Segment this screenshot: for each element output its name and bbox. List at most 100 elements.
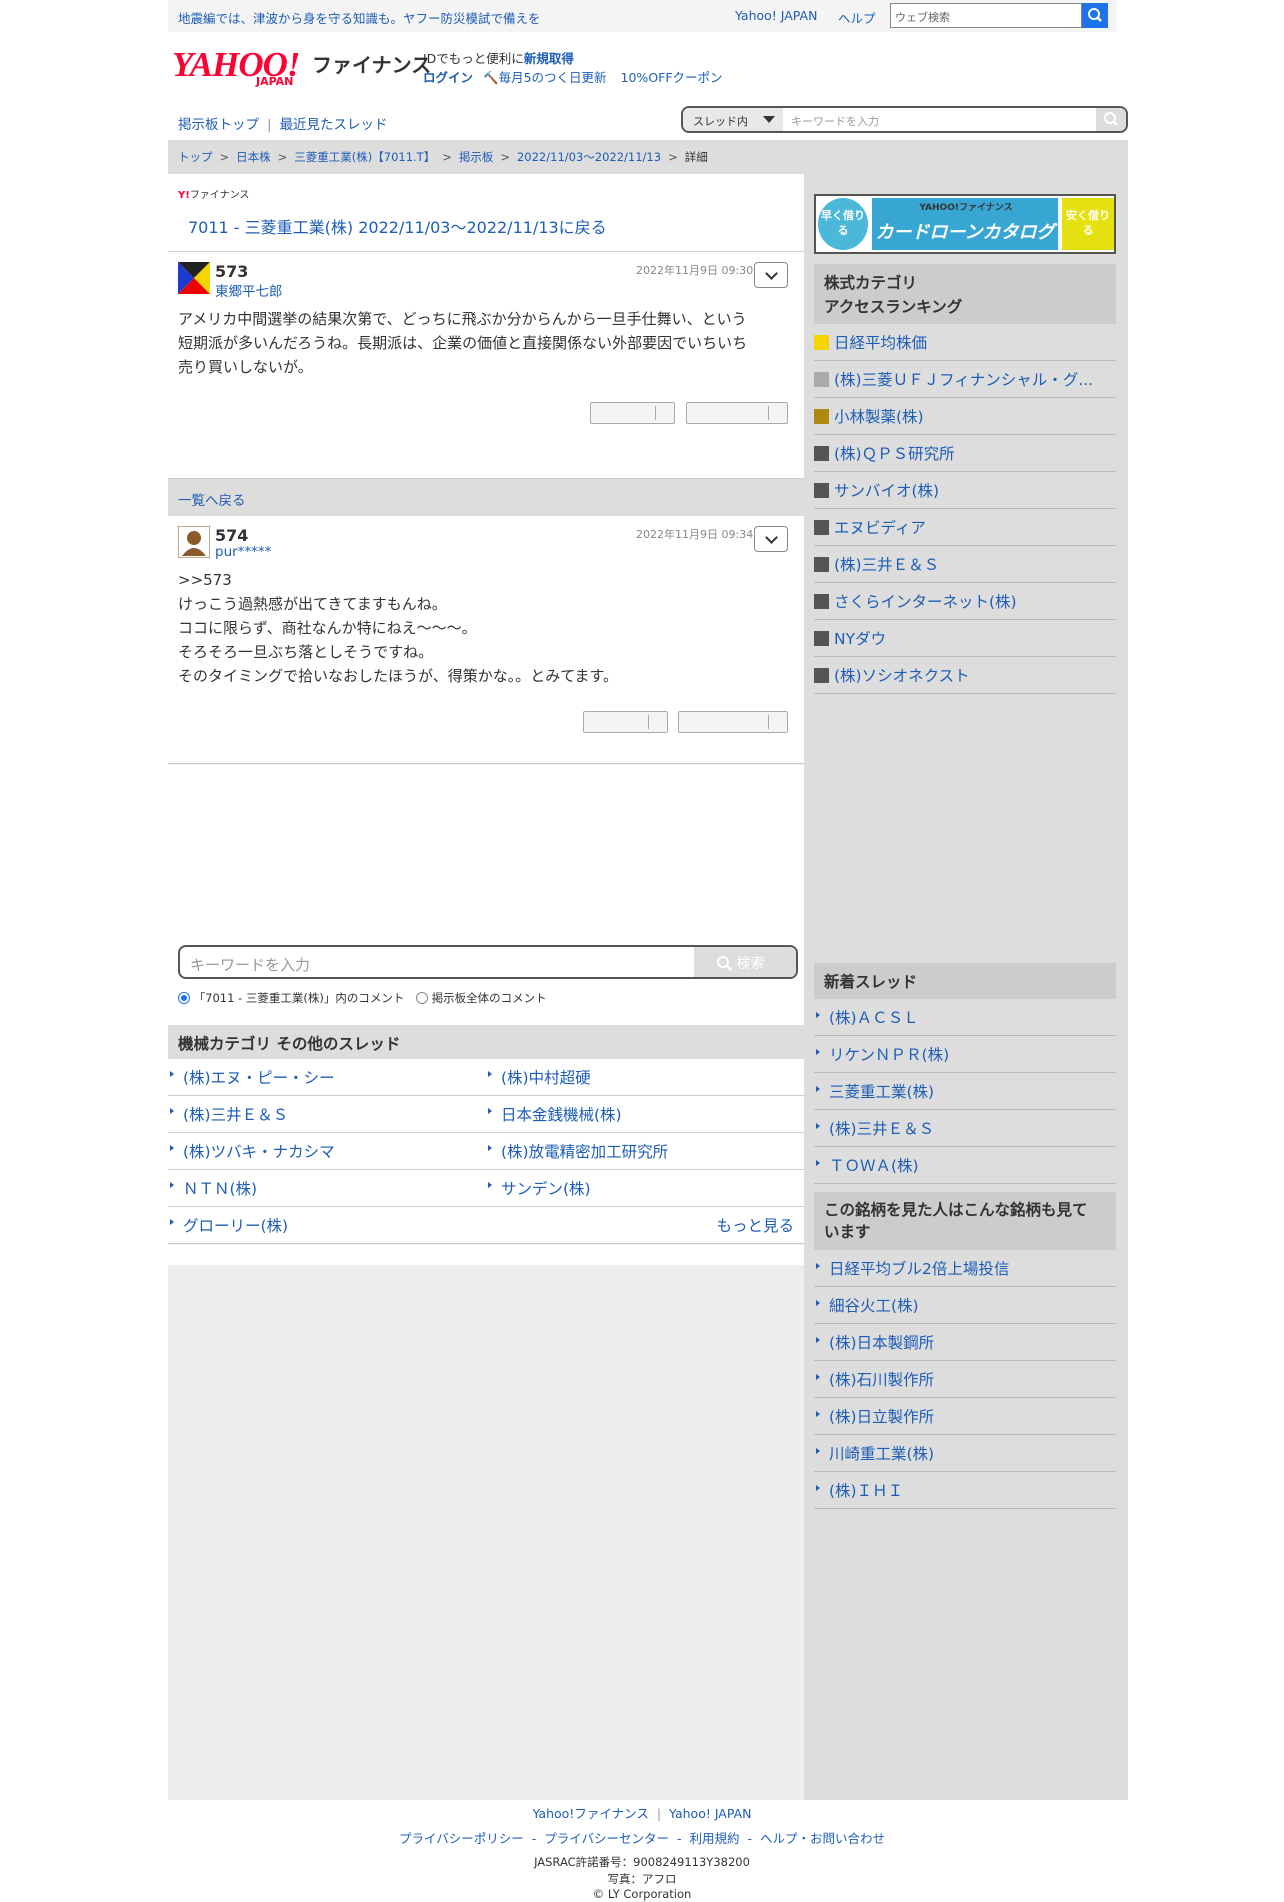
ranking-label: サンバイオ(株): [834, 482, 940, 500]
cardloan-ad[interactable]: 早く借りる カードローンカタログ YAHOO!ファイナンス 安く借りる: [814, 194, 1116, 254]
footer-link[interactable]: プライバシーセンター: [544, 1831, 669, 1846]
ranking-label: (株)三菱ＵＦＪフィナンシャル・グ...: [834, 371, 1094, 389]
dislike-button[interactable]: [678, 711, 788, 733]
footer-link[interactable]: Yahoo! JAPAN: [669, 1806, 751, 1821]
other-thread-item[interactable]: (株)ツバキ・ナカシマ: [168, 1133, 486, 1170]
post-line: アメリカ中間選挙の結果次第で、どっちに飛ぶか分からんから一旦手仕舞い、という: [178, 310, 747, 328]
ranking-item[interactable]: さくらインターネット(株): [814, 583, 1116, 620]
breadcrumb-item[interactable]: 三菱重工業(株)【7011.T】: [294, 150, 435, 164]
other-thread-item[interactable]: (株)中村超硬: [486, 1059, 804, 1096]
also-viewed-item[interactable]: (株)石川製作所: [814, 1361, 1116, 1398]
ranking-item[interactable]: (株)三井Ｅ＆Ｓ: [814, 546, 1116, 583]
other-thread-item[interactable]: グローリー(株) もっと見る: [168, 1207, 804, 1244]
ranking-item[interactable]: 日経平均株価: [814, 324, 1116, 361]
footer-link[interactable]: ヘルプ・お問い合わせ: [760, 1831, 885, 1846]
scope-select[interactable]: スレッド内: [683, 108, 783, 131]
web-search-input[interactable]: ウェブ検索: [890, 3, 1082, 28]
ranking-item[interactable]: NYダウ: [814, 620, 1116, 657]
also-viewed-item[interactable]: 細谷火工(株): [814, 1287, 1116, 1324]
other-thread-item[interactable]: (株)放電精密加工研究所: [486, 1133, 804, 1170]
other-thread-item[interactable]: 日本金銭機械(株): [486, 1096, 804, 1133]
ranking-item[interactable]: エヌビディア: [814, 509, 1116, 546]
new-threads-item[interactable]: ＴＯＷＡ(株): [814, 1147, 1116, 1184]
post-menu-button[interactable]: [754, 526, 788, 552]
post-body: アメリカ中間選挙の結果次第で、どっちに飛ぶか分からんから一旦手仕舞い、という 短…: [178, 307, 747, 379]
help-link[interactable]: ヘルプ: [838, 8, 876, 27]
ranking-item[interactable]: (株)三菱ＵＦＪフィナンシャル・グ...: [814, 361, 1116, 398]
bullet-icon: [816, 1263, 820, 1271]
web-search-button[interactable]: [1082, 3, 1108, 28]
post-line: ココに限らず、商社なんか特にねえ〜〜〜。: [178, 619, 477, 637]
thread-search-button[interactable]: [1096, 108, 1126, 131]
other-thread-item[interactable]: (株)エヌ・ピー・シー: [168, 1059, 486, 1096]
ranking-item[interactable]: サンバイオ(株): [814, 472, 1116, 509]
other-thread-item[interactable]: サンデン(株): [486, 1170, 804, 1207]
bullet-icon: [816, 1123, 820, 1131]
thread-back-link[interactable]: 7011 - 三菱重工業(株) 2022/11/03〜2022/11/13に戻る: [188, 214, 607, 238]
also-viewed-item[interactable]: (株)日本製鋼所: [814, 1324, 1116, 1361]
footer-copyright: © LY Corporation: [592, 1887, 692, 1901]
radio-all[interactable]: [416, 992, 429, 1004]
footer-link[interactable]: Yahoo!ファイナンス: [533, 1806, 649, 1821]
signup-promo: IDでもっと便利に新規取得: [423, 48, 574, 67]
page: 地震編では、津波から身を守る知識も。ヤフー防災模試で備えを Yahoo! JAP…: [0, 0, 1284, 1902]
other-thread-label: ＮＴＮ(株): [183, 1180, 258, 1198]
breadcrumb-item[interactable]: トップ: [178, 150, 213, 164]
list-back-link[interactable]: 一覧へ戻る: [178, 489, 246, 509]
breadcrumb-item[interactable]: 日本株: [236, 150, 271, 164]
yahoo-japan-link[interactable]: Yahoo! JAPAN: [735, 8, 817, 23]
thread-search-input[interactable]: キーワードを入力: [791, 113, 879, 129]
signup-link[interactable]: 新規取得: [524, 51, 574, 66]
rank-marker: [814, 335, 829, 350]
more-link[interactable]: もっと見る: [716, 1214, 794, 1236]
recent-threads-link[interactable]: 最近見たスレッド: [280, 117, 388, 133]
also-viewed-item[interactable]: 日経平均ブル2倍上場投信: [814, 1250, 1116, 1287]
other-thread-label: (株)放電精密加工研究所: [501, 1143, 669, 1161]
search-icon: [1104, 112, 1118, 126]
other-thread-label: (株)三井Ｅ＆Ｓ: [183, 1106, 289, 1124]
new-threads-item[interactable]: 三菱重工業(株): [814, 1073, 1116, 1110]
like-button[interactable]: [590, 402, 675, 424]
yahoo-finance-logo[interactable]: YAHOO! JAPAN ファイナンス: [172, 47, 431, 89]
ranking-item[interactable]: 小林製薬(株): [814, 398, 1116, 435]
other-thread-label: (株)中村超硬: [501, 1069, 591, 1087]
coupon-link-2[interactable]: 10%OFFクーポン: [621, 70, 723, 85]
new-threads-item[interactable]: リケンＮＰＲ(株): [814, 1036, 1116, 1073]
thread-search-box: スレッド内 キーワードを入力: [681, 106, 1128, 133]
radio-thread[interactable]: [178, 992, 190, 1004]
footer-link[interactable]: 利用規約: [690, 1831, 740, 1846]
new-threads-item[interactable]: (株)ＡＣＳＬ: [814, 999, 1116, 1036]
dislike-button[interactable]: [686, 402, 788, 424]
post-number: 574: [215, 526, 249, 545]
coupon-link-1[interactable]: 毎月5のつく日更新: [499, 70, 607, 85]
also-viewed-heading-line1: この銘柄を見た人はこんな銘柄も見て: [824, 1201, 1088, 1219]
keyword-search: キーワードを入力 検索: [178, 945, 798, 979]
keyword-input[interactable]: キーワードを入力: [190, 954, 310, 975]
keyword-search-button[interactable]: 検索: [694, 947, 796, 977]
other-thread-item[interactable]: ＮＴＮ(株): [168, 1170, 486, 1207]
like-button[interactable]: [583, 711, 668, 733]
new-threads-item[interactable]: (株)三井Ｅ＆Ｓ: [814, 1110, 1116, 1147]
breadcrumb-item[interactable]: 2022/11/03〜2022/11/13: [517, 150, 661, 164]
also-viewed-item[interactable]: (株)日立製作所: [814, 1398, 1116, 1435]
login-link[interactable]: ログイン: [423, 70, 473, 85]
footer-link[interactable]: プライバシーポリシー: [399, 1831, 524, 1846]
breadcrumb-item[interactable]: 掲示板: [459, 150, 494, 164]
board-top-link[interactable]: 掲示板トップ: [178, 117, 259, 133]
post-body: >>573 けっこう過熱感が出てきてますもんね。 ココに限らず、商社なんか特にね…: [178, 568, 618, 688]
also-viewed-item[interactable]: (株)ＩＨＩ: [814, 1472, 1116, 1509]
post-user[interactable]: pur*****: [215, 544, 271, 560]
post-line: 短期派が多いんだろうね。長期派は、企業の価値と直接関係ない外部要因でいちいち: [178, 334, 748, 352]
ranking-heading: 株式カテゴリ アクセスランキング: [814, 264, 1116, 324]
also-viewed-item[interactable]: 川崎重工業(株): [814, 1435, 1116, 1472]
ranking-item[interactable]: (株)ソシオネクスト: [814, 657, 1116, 694]
post-line: そのタイミングで拾いなおしたほうが、得策かな。。とみてます。: [178, 667, 618, 685]
other-thread-label: 日本金銭機械(株): [501, 1106, 622, 1124]
bullet-icon: [816, 1086, 820, 1094]
ranking-heading-line2: アクセスランキング: [824, 298, 963, 316]
ranking-item[interactable]: (株)ＱＰＳ研究所: [814, 435, 1116, 472]
promo-link[interactable]: 地震編では、津波から身を守る知識も。ヤフー防災模試で備えを: [178, 8, 541, 27]
post-user[interactable]: 東郷平七郎: [215, 280, 283, 300]
post-menu-button[interactable]: [754, 262, 788, 288]
other-thread-item[interactable]: (株)三井Ｅ＆Ｓ: [168, 1096, 486, 1133]
